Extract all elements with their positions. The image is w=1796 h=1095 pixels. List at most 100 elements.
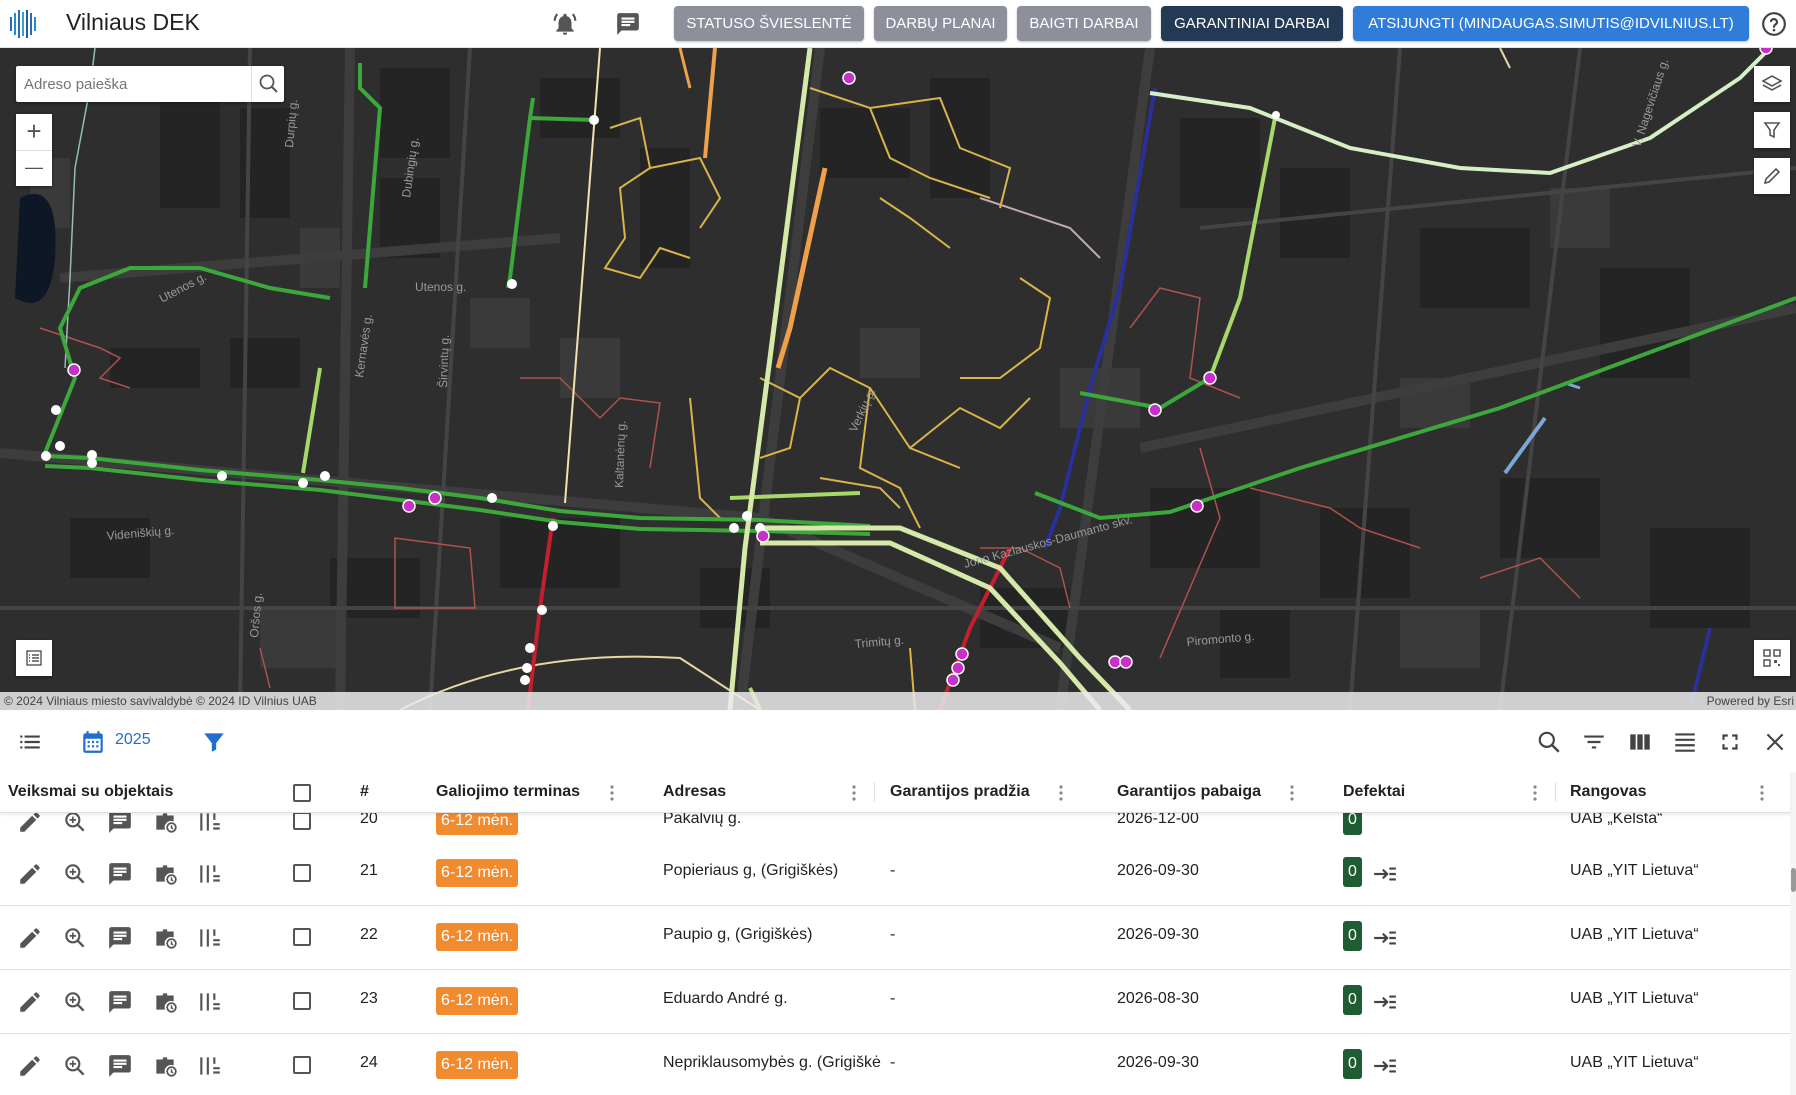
edit-icon[interactable] — [17, 812, 43, 835]
row-checkbox[interactable] — [293, 864, 311, 882]
row-warranty-end: 2026-09-30 — [1117, 1054, 1199, 1071]
fullscreen-icon[interactable] — [1717, 729, 1743, 755]
column-menu-icon[interactable] — [1759, 784, 1765, 802]
layers-button[interactable] — [1754, 66, 1790, 102]
work-history-icon[interactable] — [152, 1053, 178, 1079]
search-icon[interactable] — [1536, 729, 1562, 755]
bell-icon[interactable] — [552, 11, 578, 37]
qr-code-button[interactable] — [1754, 640, 1790, 676]
manage-columns-icon[interactable] — [197, 861, 223, 887]
column-separator[interactable] — [1555, 782, 1556, 802]
table-row[interactable]: 24 6-12 mėn. Nepriklausomybės g. (Grigiš… — [0, 1034, 1790, 1095]
defects-list-icon[interactable] — [1372, 989, 1398, 1015]
term-badge: 6-12 mėn. — [436, 812, 519, 835]
row-checkbox[interactable] — [293, 1056, 311, 1074]
logout-button[interactable]: ATSIJUNGTI (MINDAUGAS.SIMUTIS@IDVILNIUS.… — [1353, 6, 1749, 41]
draw-button[interactable] — [1754, 158, 1790, 194]
defects-list-icon[interactable] — [1372, 925, 1398, 951]
edit-icon[interactable] — [17, 925, 43, 951]
edit-icon[interactable] — [17, 861, 43, 887]
darbu-planai-button[interactable]: DARBŲ PLANAI — [874, 6, 1007, 41]
manage-columns-icon[interactable] — [197, 989, 223, 1015]
table-row[interactable]: 22 6-12 mėn. Paupio g, (Grigiškės) - 202… — [0, 906, 1790, 970]
columns-icon[interactable] — [1627, 729, 1653, 755]
menu-list-icon[interactable] — [17, 729, 43, 755]
garantiniai-darbai-button[interactable]: GARANTINIAI DARBAI — [1161, 6, 1343, 41]
density-icon[interactable] — [1672, 729, 1698, 755]
defects-count-badge[interactable]: 0 — [1343, 812, 1362, 835]
comments-icon[interactable] — [107, 925, 133, 951]
column-header-contractor[interactable]: Rangovas — [1570, 783, 1646, 801]
defects-list-icon[interactable] — [1372, 1053, 1398, 1079]
work-history-icon[interactable] — [152, 861, 178, 887]
zoom-to-icon[interactable] — [62, 1053, 88, 1079]
zoom-to-icon[interactable] — [62, 989, 88, 1015]
table-scrollbar-thumb[interactable] — [1791, 868, 1796, 892]
comments-icon[interactable] — [615, 11, 641, 37]
map-attribution: © 2024 Vilniaus miesto savivaldybė © 202… — [0, 692, 1796, 710]
defects-count-badge[interactable]: 0 — [1343, 921, 1362, 951]
zoom-to-icon[interactable] — [62, 861, 88, 887]
comments-icon[interactable] — [107, 861, 133, 887]
row-checkbox[interactable] — [293, 992, 311, 1010]
manage-columns-icon[interactable] — [197, 1053, 223, 1079]
year-selector[interactable]: 2025 — [115, 731, 151, 749]
work-history-icon[interactable] — [152, 989, 178, 1015]
term-badge: 6-12 mėn. — [436, 987, 519, 1015]
row-checkbox[interactable] — [293, 928, 311, 946]
work-history-icon[interactable] — [152, 925, 178, 951]
column-header-address[interactable]: Adresas — [663, 783, 726, 801]
defects-list-icon[interactable] — [1372, 861, 1398, 887]
column-header-number[interactable]: # — [360, 783, 369, 801]
baigti-darbai-button[interactable]: BAIGTI DARBAI — [1017, 6, 1151, 41]
defects-count-badge[interactable]: 0 — [1343, 1049, 1362, 1079]
calendar-icon[interactable] — [80, 729, 106, 755]
column-menu-icon[interactable] — [1532, 784, 1538, 802]
powered-by-text[interactable]: Powered by Esri — [1707, 692, 1794, 710]
column-separator[interactable] — [874, 782, 875, 802]
address-search-input[interactable] — [16, 66, 248, 102]
edit-icon[interactable] — [17, 1053, 43, 1079]
defects-count-badge[interactable]: 0 — [1343, 857, 1362, 887]
table-scrollbar[interactable] — [1790, 772, 1796, 1095]
column-header-end[interactable]: Garantijos pabaiga — [1117, 783, 1261, 801]
edit-icon[interactable] — [17, 989, 43, 1015]
column-menu-icon[interactable] — [609, 784, 615, 802]
close-icon[interactable] — [1762, 729, 1788, 755]
column-menu-icon[interactable] — [1058, 784, 1064, 802]
table-row[interactable]: 23 6-12 mėn. Eduardo André g. - 2026-08-… — [0, 970, 1790, 1034]
row-number: 21 — [360, 862, 378, 879]
column-header-defects[interactable]: Defektai — [1343, 783, 1405, 801]
comments-icon[interactable] — [107, 1053, 133, 1079]
sort-filter-icon[interactable] — [1581, 729, 1607, 755]
table-body: 20 6-12 mėn. Pakalvių g. 2026-12-00 0 UA… — [0, 812, 1790, 1095]
legend-button[interactable] — [16, 640, 52, 676]
map-canvas[interactable]: Utenos g. Utenos g. Videniškių g. Jono K… — [0, 48, 1796, 710]
zoom-out-button[interactable]: — — [16, 150, 52, 186]
zoom-to-icon[interactable] — [62, 925, 88, 951]
row-number: 23 — [360, 990, 378, 1007]
table-row[interactable]: 21 6-12 mėn. Popieriaus g, (Grigiškės) -… — [0, 842, 1790, 906]
comments-icon[interactable] — [107, 812, 133, 835]
column-header-start[interactable]: Garantijos pradžia — [890, 783, 1030, 801]
filter-icon[interactable] — [201, 729, 227, 755]
row-number: 22 — [360, 926, 378, 943]
statuso-svieslente-button[interactable]: STATUSO ŠVIESLENTĖ — [674, 6, 864, 41]
help-icon[interactable] — [1761, 11, 1787, 37]
work-history-icon[interactable] — [152, 812, 178, 835]
zoom-to-icon[interactable] — [62, 812, 88, 835]
row-warranty-start: - — [890, 990, 896, 1007]
defects-count-badge[interactable]: 0 — [1343, 985, 1362, 1015]
search-icon[interactable] — [251, 66, 285, 102]
column-menu-icon[interactable] — [851, 784, 857, 802]
manage-columns-icon[interactable] — [197, 925, 223, 951]
manage-columns-icon[interactable] — [197, 812, 223, 835]
column-menu-icon[interactable] — [1289, 784, 1295, 802]
map-filter-button[interactable] — [1754, 112, 1790, 148]
row-checkbox[interactable] — [293, 812, 311, 830]
comments-icon[interactable] — [107, 989, 133, 1015]
column-header-term[interactable]: Galiojimo terminas — [436, 783, 580, 801]
map-view[interactable]: Utenos g. Utenos g. Videniškių g. Jono K… — [0, 48, 1796, 710]
zoom-in-button[interactable]: + — [16, 114, 52, 151]
select-all-checkbox[interactable] — [293, 784, 311, 802]
